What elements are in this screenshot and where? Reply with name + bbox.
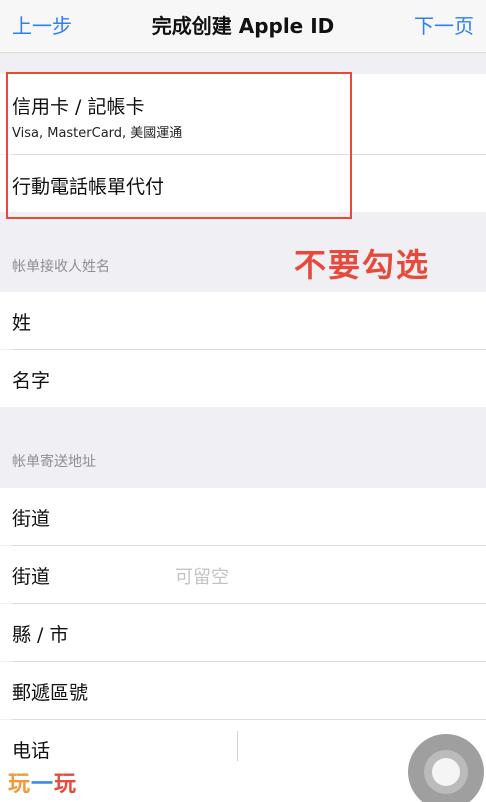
- street-2-placeholder: 可留空: [175, 567, 229, 588]
- watermark-char-3: 玩: [54, 772, 78, 797]
- city-label: 縣 / 市: [12, 624, 69, 646]
- postal-code-label: 郵遞區號: [12, 682, 89, 704]
- first-name-label: 名字: [12, 370, 51, 392]
- street-label-1: 街道: [12, 508, 51, 530]
- phone-label: 电话: [12, 740, 51, 762]
- billing-name-header: 帐单接收人姓名: [12, 259, 110, 275]
- card-option-subtitle: Visa, MasterCard, 美國運通: [12, 126, 183, 141]
- assistive-touch-ring: [424, 750, 468, 794]
- watermark-char-1: 玩: [8, 772, 32, 797]
- mobile-option-label: 行動電話帳單代付: [12, 176, 165, 198]
- billing-address-header: 帐单寄送地址: [12, 454, 96, 470]
- postal-code-field[interactable]: 郵遞區號: [0, 662, 486, 719]
- payment-option-card[interactable]: 信用卡 / 記帳卡 Visa, MasterCard, 美國運通: [0, 74, 486, 154]
- last-name-field[interactable]: 姓: [0, 292, 486, 349]
- card-option-label: 信用卡 / 記帳卡: [12, 96, 145, 118]
- phone-field-divider: [237, 731, 238, 761]
- watermark-char-2: 一: [31, 772, 55, 797]
- street-field-2[interactable]: 街道 可留空: [0, 546, 486, 603]
- street-field-1[interactable]: 街道: [0, 488, 486, 545]
- navigation-bar: 上一步 完成创建 Apple ID 下一页: [0, 0, 486, 53]
- annotation-text: 不要勾选: [294, 246, 431, 284]
- street-label-2: 街道: [12, 566, 51, 588]
- watermark-logo: 玩一玩: [8, 766, 77, 798]
- last-name-label: 姓: [12, 312, 32, 334]
- next-button[interactable]: 下一页: [414, 10, 474, 39]
- payment-option-mobile[interactable]: 行動電話帳單代付: [0, 155, 486, 212]
- city-field[interactable]: 縣 / 市: [0, 604, 486, 661]
- screen: 上一步 完成创建 Apple ID 下一页 信用卡 / 記帳卡 Visa, Ma…: [0, 0, 486, 802]
- first-name-field[interactable]: 名字: [0, 350, 486, 407]
- assistive-touch-core: [432, 758, 460, 786]
- assistive-touch-button[interactable]: [408, 734, 484, 802]
